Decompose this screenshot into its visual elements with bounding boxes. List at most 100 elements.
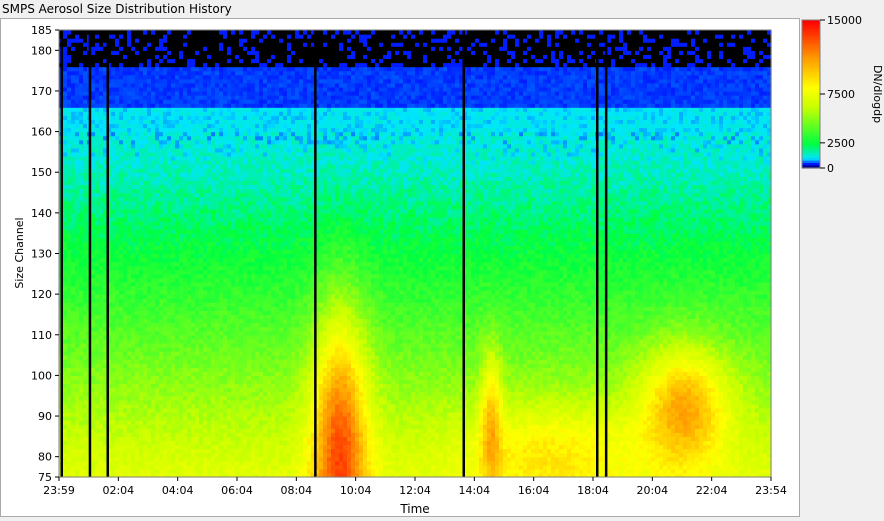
heatmap-cell <box>91 225 96 230</box>
heatmap-cell <box>163 180 168 186</box>
heatmap-cell <box>195 38 200 43</box>
heatmap-cell <box>99 444 104 450</box>
heatmap-cell <box>191 42 196 47</box>
heatmap-cell <box>139 123 144 129</box>
heatmap-cell <box>95 115 100 120</box>
heatmap-cell <box>235 155 240 161</box>
heatmap-cell <box>99 143 104 149</box>
heatmap-cell <box>159 54 164 60</box>
heatmap-cell <box>123 387 128 393</box>
heatmap-cell <box>207 253 212 259</box>
heatmap-cell <box>83 371 88 377</box>
heatmap-cell <box>95 143 100 149</box>
heatmap-cell <box>219 78 224 84</box>
heatmap-cell <box>139 294 144 299</box>
heatmap-cell <box>91 338 96 344</box>
heatmap-cell <box>199 351 204 356</box>
heatmap-cell <box>211 107 216 112</box>
heatmap-cell <box>111 233 116 238</box>
heatmap-cell <box>91 403 96 409</box>
heatmap-cell <box>227 42 232 47</box>
heatmap-cell <box>83 416 88 421</box>
heatmap-cell <box>191 375 196 381</box>
heatmap-cell <box>179 90 184 96</box>
heatmap-cell <box>95 379 100 385</box>
heatmap-cell <box>75 375 80 381</box>
heatmap-cell <box>195 448 200 454</box>
heatmap-cell <box>223 241 228 246</box>
heatmap-cell <box>95 204 100 210</box>
heatmap-cell <box>147 168 152 173</box>
heatmap-cell <box>155 420 160 425</box>
heatmap-cell <box>211 143 216 149</box>
heatmap-cell <box>167 176 172 181</box>
heatmap-cell <box>227 131 232 137</box>
heatmap-cell <box>147 428 152 433</box>
heatmap-cell <box>187 338 192 344</box>
heatmap-cell <box>115 123 120 129</box>
heatmap-cell <box>195 111 200 116</box>
heatmap-cell <box>67 54 72 60</box>
heatmap-cell <box>131 371 136 377</box>
heatmap-cell <box>119 184 124 190</box>
heatmap-cell <box>159 322 164 328</box>
heatmap-cell <box>95 342 100 348</box>
heatmap-cell <box>227 74 232 80</box>
heatmap-cell <box>183 86 188 92</box>
heatmap-cell <box>159 70 164 76</box>
heatmap-cell <box>163 261 168 267</box>
heatmap-cell <box>227 225 232 230</box>
heatmap-cell <box>79 395 84 401</box>
heatmap-cell <box>67 143 72 149</box>
heatmap-cell <box>179 440 184 446</box>
heatmap-cell <box>151 416 156 421</box>
heatmap-cell <box>175 371 180 377</box>
heatmap-cell <box>63 123 68 129</box>
heatmap-cell <box>71 249 76 255</box>
heatmap-cell <box>71 379 76 385</box>
heatmap-cell <box>139 261 144 267</box>
heatmap-cell <box>135 164 140 169</box>
heatmap-cell <box>131 428 136 433</box>
heatmap-cell <box>183 257 188 263</box>
heatmap-cell <box>155 452 160 458</box>
heatmap-cell <box>127 346 132 352</box>
heatmap-cell <box>231 273 236 279</box>
heatmap-cell <box>207 249 212 255</box>
heatmap-cell <box>191 338 196 344</box>
heatmap-cell <box>239 306 244 311</box>
heatmap-cell <box>223 200 228 206</box>
heatmap-cell <box>91 184 96 190</box>
heatmap-cell <box>187 448 192 454</box>
heatmap-cell <box>223 342 228 348</box>
heatmap-cell <box>203 131 208 137</box>
heatmap-cell <box>183 139 188 145</box>
heatmap-cell <box>147 62 152 68</box>
heatmap-cell <box>179 119 184 125</box>
heatmap-cell <box>223 143 228 149</box>
heatmap-cell <box>187 192 192 198</box>
heatmap-cell <box>75 237 80 242</box>
heatmap-cell <box>183 143 188 149</box>
heatmap-cell <box>171 261 176 267</box>
heatmap-cell <box>67 436 72 442</box>
heatmap-cell <box>147 135 152 141</box>
heatmap-cell <box>147 233 152 238</box>
heatmap-cell <box>191 208 196 214</box>
heatmap-cell <box>163 371 168 377</box>
heatmap-cell <box>171 78 176 84</box>
heatmap-cell <box>155 34 160 39</box>
heatmap-cell <box>235 257 240 263</box>
heatmap-cell <box>75 123 80 129</box>
heatmap-cell <box>235 86 240 92</box>
heatmap-cell <box>127 371 132 377</box>
heatmap-cell <box>171 342 176 348</box>
heatmap-cell <box>71 281 76 287</box>
heatmap-cell <box>215 160 220 165</box>
heatmap-cell <box>115 428 120 433</box>
heatmap-cell <box>151 225 156 230</box>
heatmap-cell <box>187 155 192 161</box>
heatmap-cell <box>99 294 104 299</box>
heatmap-cell <box>75 38 80 43</box>
heatmap-cell <box>227 432 232 437</box>
